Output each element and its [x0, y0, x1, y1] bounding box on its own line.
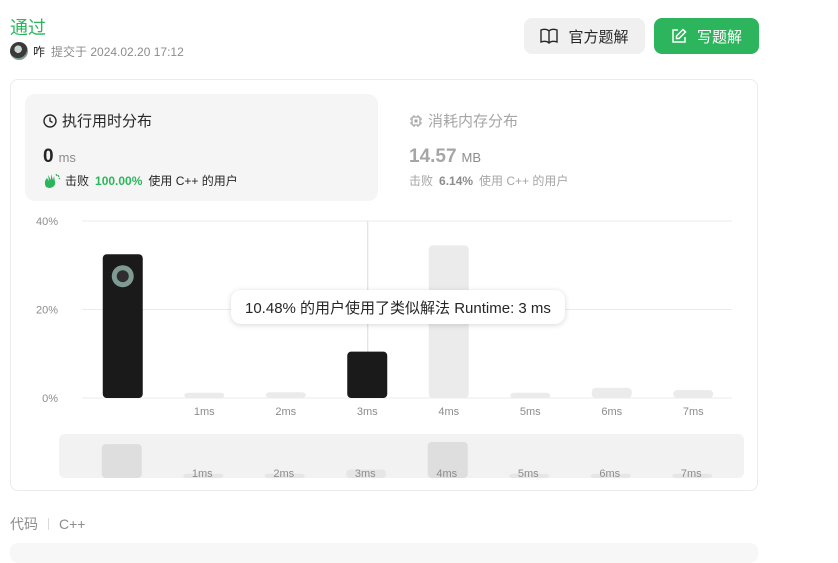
chart-bar: [347, 351, 388, 398]
chart-bar: [673, 390, 714, 398]
overview-label: 5ms: [518, 468, 539, 480]
chart-bar: [265, 392, 306, 398]
code-section-header: 代码 C++: [10, 514, 85, 534]
overview-label: 2ms: [273, 468, 294, 480]
divider: [48, 518, 49, 530]
x-tick-label: 5ms: [520, 406, 541, 418]
overview-label: 7ms: [681, 468, 702, 480]
x-tick-label: 7ms: [683, 406, 704, 418]
x-tick-label: 4ms: [438, 406, 459, 418]
x-tick-label: 3ms: [357, 406, 378, 418]
overview-label: 3ms: [355, 468, 376, 480]
overview-label: 4ms: [436, 468, 457, 480]
chart-tooltip: 10.48% 的用户使用了类似解法 Runtime: 3 ms: [231, 290, 565, 324]
overview-label: 6ms: [599, 468, 620, 480]
x-tick-label: 6ms: [601, 406, 622, 418]
overview-label: 1ms: [192, 468, 213, 480]
chart-bar: [510, 392, 551, 398]
overview-bar: [101, 444, 142, 478]
chart-bar: [184, 392, 225, 398]
y-tick-label: 0%: [42, 393, 58, 405]
chart-bar: [591, 387, 632, 398]
y-tick-label: 40%: [36, 216, 58, 228]
x-tick-label: 1ms: [194, 406, 215, 418]
code-block[interactable]: [10, 543, 758, 563]
code-label: 代码: [10, 516, 38, 532]
avatar-marker-inner: [116, 270, 129, 283]
code-language[interactable]: C++: [59, 516, 85, 532]
y-tick-label: 20%: [36, 305, 58, 317]
overview-strip: [59, 434, 744, 478]
x-tick-label: 2ms: [275, 406, 296, 418]
runtime-distribution-chart[interactable]: 40% 20% 0% 1ms 2ms 3ms 4ms 5ms 6ms 7ms 1ms 2ms 3ms 4m…: [0, 0, 838, 500]
